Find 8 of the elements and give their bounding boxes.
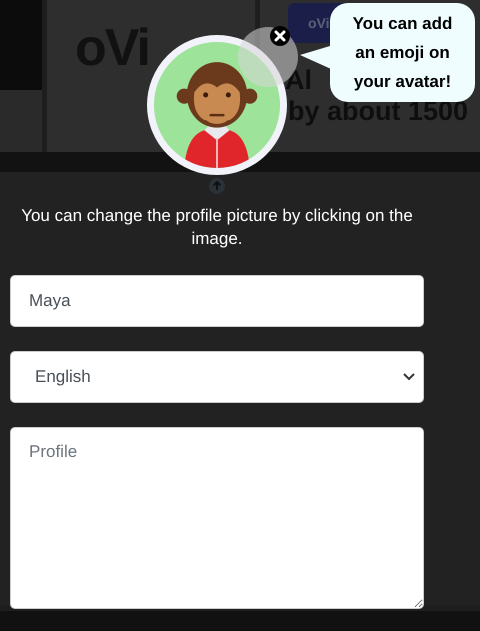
- hint-text: You can change the profile picture by clicking on the image.: [20, 205, 414, 250]
- language-select[interactable]: English: [10, 351, 424, 403]
- close-icon[interactable]: [270, 26, 290, 46]
- upload-icon: [209, 178, 225, 194]
- tooltip-text: You can add an emoji on your avatar!: [352, 13, 454, 93]
- chevron-down-icon: [403, 373, 415, 381]
- name-field[interactable]: Maya: [10, 275, 424, 327]
- profile-field[interactable]: Profile: [10, 427, 424, 609]
